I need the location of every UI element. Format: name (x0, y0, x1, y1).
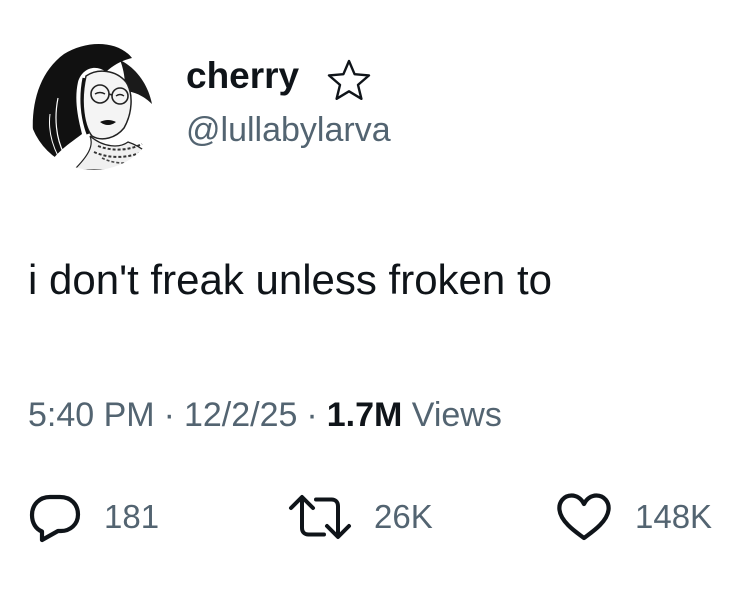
repost-icon (289, 495, 351, 539)
repost-count: 26K (374, 498, 433, 535)
reply-button[interactable]: 181 (28, 490, 159, 544)
tweet-text: i don't freak unless froken to (28, 256, 552, 303)
star-outline-icon (327, 59, 371, 100)
tweet-meta: 5:40 PM · 12/2/25 · 1.7M Views (28, 392, 502, 438)
heart-icon (557, 493, 611, 541)
separator: · (306, 396, 318, 434)
display-name[interactable]: cherry (186, 52, 299, 100)
views-label: Views (411, 396, 502, 434)
tweet-card[interactable]: cherry @lullabylarva i don't freak unles… (0, 0, 754, 590)
avatar[interactable] (28, 38, 160, 170)
tweet-time[interactable]: 5:40 PM (28, 396, 155, 434)
like-button[interactable]: 148K (555, 490, 712, 544)
reply-icon (29, 494, 81, 543)
like-count: 148K (635, 498, 713, 535)
avatar-image (28, 38, 160, 170)
reply-count: 181 (104, 498, 160, 535)
separator: · (163, 396, 175, 434)
views-count: 1.7M (326, 396, 403, 434)
user-handle[interactable]: @lullabylarva (186, 107, 391, 153)
tweet-date[interactable]: 12/2/25 (184, 396, 297, 434)
repost-button[interactable]: 26K (288, 490, 433, 544)
